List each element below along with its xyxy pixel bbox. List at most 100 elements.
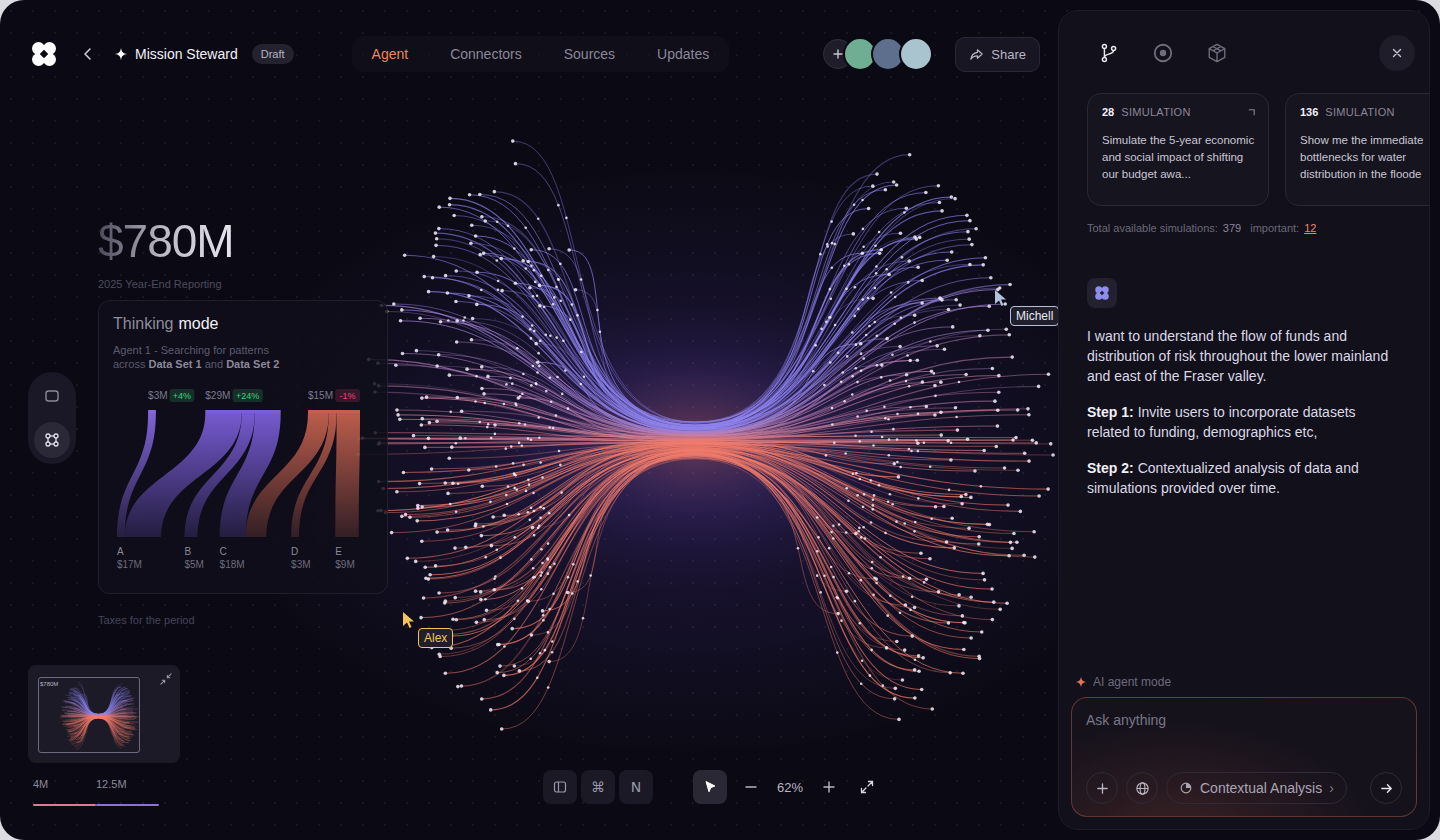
analysis-mode-button[interactable]: Contextual Analysis› (1166, 772, 1347, 804)
flow-node (951, 325, 955, 329)
back-icon[interactable] (80, 46, 96, 62)
flow-node (889, 594, 892, 597)
flow-node (530, 337, 533, 340)
source-node[interactable]: $29M+24% (205, 389, 280, 413)
source-node[interactable]: $3M+4% (148, 389, 194, 413)
simulation-card[interactable]: 136SIMULATIONShow me the immediate bottl… (1285, 93, 1430, 206)
flow-node (831, 242, 834, 245)
panel-toggle-button[interactable] (543, 770, 577, 804)
flow-node (962, 648, 966, 652)
flow-node (831, 407, 834, 410)
flow-node (1031, 438, 1035, 442)
logo-icon[interactable] (30, 40, 58, 68)
flow-node (1016, 468, 1020, 472)
view-button[interactable] (34, 378, 70, 414)
panel-tab[interactable] (1147, 37, 1179, 69)
flow-node (437, 227, 441, 231)
viewport-frame[interactable] (38, 677, 140, 753)
flow-node (837, 351, 840, 354)
flow-node (539, 652, 542, 655)
flow-node (467, 294, 471, 298)
panel-tab[interactable] (1093, 37, 1125, 69)
nav-tab[interactable]: Agent (372, 46, 409, 62)
pointer-tool[interactable] (693, 770, 727, 804)
zoom-in-button[interactable] (815, 773, 843, 801)
target-node[interactable]: C$18M (220, 546, 245, 570)
canvas: Mission StewardDraftAgentConnectorsSourc… (0, 0, 1058, 840)
project-title[interactable]: Mission Steward (135, 46, 238, 62)
send-button[interactable] (1370, 772, 1402, 804)
shortcut-key[interactable]: N (619, 770, 653, 804)
minimap-preview (36, 675, 162, 755)
flow-node (541, 609, 545, 613)
view-button[interactable] (34, 422, 70, 458)
flow-node (533, 534, 536, 537)
flow-strand (436, 449, 985, 580)
flow-node (859, 622, 862, 625)
svg-text:+24%: +24% (236, 391, 259, 401)
nav-tab[interactable]: Updates (657, 46, 709, 62)
simulation-card[interactable]: 28SIMULATIONSimulate the 5-year economic… (1087, 93, 1269, 206)
panel-tab[interactable] (1201, 37, 1233, 69)
flow-chart[interactable]: $3M+4% $29M+24% $15M-1% A$17M B$5M C$18M D$3M E… (113, 387, 373, 577)
flow-node (489, 501, 492, 504)
thinking-card[interactable]: ThinkingmodeAgent 1 - Searching for patt… (98, 300, 388, 594)
flow-node (981, 263, 985, 267)
collaborator-avatar[interactable] (899, 37, 933, 71)
share-button[interactable]: Share (955, 37, 1040, 72)
attach-button[interactable] (1086, 772, 1118, 804)
svg-text:-1%: -1% (340, 391, 356, 401)
nav-tab[interactable]: Connectors (450, 46, 522, 62)
flow-node (529, 519, 532, 522)
flow-node (880, 363, 884, 367)
flow-node (950, 250, 954, 254)
target-node[interactable]: A$17M (117, 546, 142, 570)
flow-node (862, 228, 865, 231)
flow-node (580, 383, 583, 386)
agent-message: I want to understand the flow of funds a… (1059, 326, 1429, 514)
flow-node (899, 466, 902, 469)
message-step: Step 2:Contextualized analysis of data a… (1087, 458, 1401, 498)
flow-node (819, 253, 822, 256)
flow-node (840, 380, 843, 383)
flow-node (861, 251, 865, 255)
flow-node (465, 367, 469, 371)
fullscreen-button[interactable] (853, 773, 881, 801)
flow-node (875, 582, 878, 585)
flow-node (400, 515, 404, 519)
frame-icon (43, 387, 61, 405)
svg-text:$9M: $9M (335, 559, 354, 570)
flow-node (551, 651, 554, 654)
flow-node (848, 572, 851, 575)
flow-node (576, 314, 579, 317)
flow-node (919, 551, 923, 555)
flow-node (861, 659, 864, 662)
target-node[interactable]: B$5M (185, 546, 204, 570)
target-node[interactable]: E$9M (335, 546, 354, 570)
zoom-out-button[interactable] (737, 773, 765, 801)
flow-node (420, 505, 424, 509)
flow-node (930, 370, 934, 374)
nav-tab[interactable]: Sources (564, 46, 615, 62)
flow-node (540, 548, 543, 551)
flow-node (467, 468, 471, 472)
flow-node (497, 643, 501, 647)
prompt-input[interactable] (1086, 712, 1402, 728)
collapse-icon[interactable] (160, 673, 172, 685)
source-node[interactable]: $15M-1% (308, 389, 360, 413)
web-search-button[interactable] (1126, 772, 1158, 804)
important-count[interactable]: 12 (1304, 222, 1316, 234)
flow-band[interactable] (335, 413, 360, 537)
flow-node (572, 563, 575, 566)
flow-strand (531, 456, 896, 642)
flow-band[interactable] (291, 413, 337, 537)
shortcut-key[interactable]: ⌘ (581, 770, 615, 804)
flow-node (589, 574, 592, 577)
minimap[interactable]: $780M (28, 665, 180, 763)
target-node[interactable]: D$3M (291, 546, 310, 570)
flow-node (908, 359, 912, 363)
flow-node (526, 260, 530, 264)
flow-node (555, 414, 558, 417)
close-button[interactable] (1379, 35, 1415, 71)
flow-node (884, 532, 887, 535)
